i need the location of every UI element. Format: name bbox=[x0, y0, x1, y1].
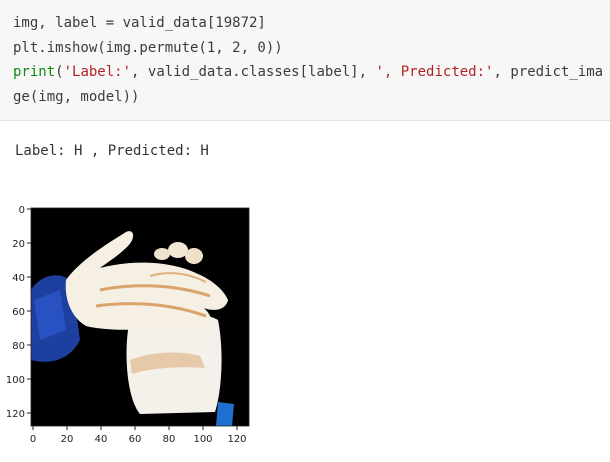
x-axis: 0 20 40 60 80 100 120 bbox=[30, 426, 247, 445]
hand-sign-image bbox=[31, 208, 249, 426]
x-tick-20: 20 bbox=[61, 434, 74, 445]
code-line-4: ge(img, model)) bbox=[13, 88, 140, 105]
string-label: 'Label:' bbox=[63, 64, 132, 80]
paren: ( bbox=[55, 64, 64, 80]
x-tick-40: 40 bbox=[95, 434, 108, 445]
code-editor[interactable]: img, label = valid_data[19872] plt.imsho… bbox=[13, 11, 603, 109]
y-tick-40: 40 bbox=[12, 273, 25, 284]
print-keyword: print bbox=[13, 64, 56, 80]
x-tick-0: 0 bbox=[30, 434, 36, 445]
x-tick-120: 120 bbox=[227, 434, 246, 445]
code-line-1: img, label = valid_data[19872] bbox=[13, 15, 266, 31]
code-end: , predict_ima bbox=[493, 64, 604, 80]
imshow-plot: 0 20 40 60 80 100 120 0 20 40 60 80 100 … bbox=[6, 205, 250, 445]
y-tick-20: 20 bbox=[12, 239, 25, 250]
y-tick-0: 0 bbox=[19, 205, 25, 216]
y-tick-80: 80 bbox=[12, 341, 25, 352]
code-cell[interactable]: img, label = valid_data[19872] plt.imsho… bbox=[0, 0, 610, 121]
x-tick-100: 100 bbox=[193, 434, 212, 445]
code-line-3: print('Label:', valid_data.classes[label… bbox=[13, 64, 603, 80]
y-tick-120: 120 bbox=[6, 409, 25, 420]
string-predicted: ', Predicted:' bbox=[375, 64, 494, 80]
code-line-2: plt.imshow(img.permute(1, 2, 0)) bbox=[13, 39, 283, 56]
y-axis: 0 20 40 60 80 100 120 bbox=[6, 205, 31, 420]
x-tick-80: 80 bbox=[163, 434, 176, 445]
y-tick-100: 100 bbox=[6, 375, 25, 386]
y-tick-60: 60 bbox=[12, 307, 25, 318]
x-tick-60: 60 bbox=[129, 434, 142, 445]
cell-output-text: Label: H , Predicted: H bbox=[15, 143, 209, 159]
code-middle: , valid_data.classes[label], bbox=[131, 64, 376, 80]
